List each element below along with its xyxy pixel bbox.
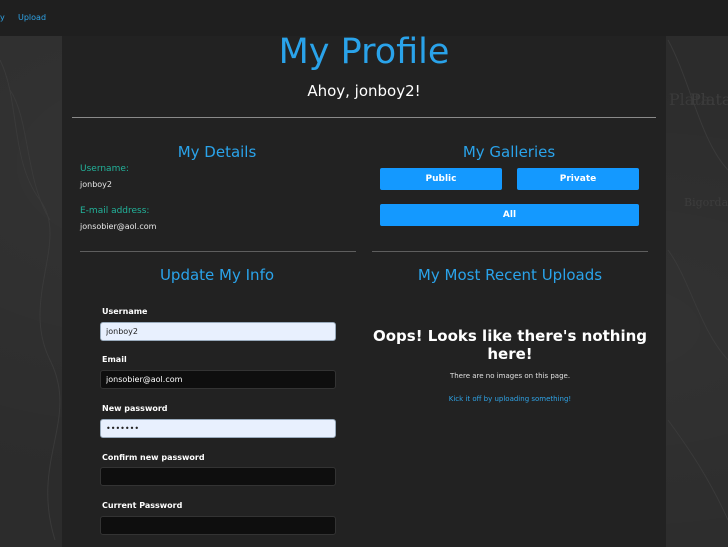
recent-uploads-title: My Most Recent Uploads xyxy=(417,266,603,284)
new-password-input[interactable] xyxy=(100,419,336,438)
map-label: Bigorda xyxy=(684,196,728,209)
confirm-password-input[interactable] xyxy=(100,467,336,486)
username-value: jonboy2 xyxy=(80,180,112,189)
email-value: jonsobier@aol.com xyxy=(80,222,157,231)
page-title: My Profile xyxy=(278,32,450,72)
form-email-label: Email xyxy=(102,355,127,364)
email-label: E-mail address: xyxy=(80,206,150,216)
current-password-label: Current Password xyxy=(102,501,183,510)
new-password-label: New password xyxy=(102,404,168,413)
email-input[interactable] xyxy=(100,370,336,389)
greeting: Ahoy, jonboy2! xyxy=(307,82,421,100)
confirm-password-label: Confirm new password xyxy=(102,453,205,462)
top-navbar: y Upload xyxy=(0,0,728,36)
private-gallery-button[interactable]: Private xyxy=(517,168,639,190)
divider-left xyxy=(80,251,356,252)
divider xyxy=(72,117,656,118)
username-label: Username: xyxy=(80,164,129,174)
all-galleries-button[interactable]: All xyxy=(380,204,639,226)
profile-panel: My Profile Ahoy, jonboy2! My Details Use… xyxy=(62,32,666,547)
upload-link[interactable]: Kick it off by uploading something! xyxy=(372,395,648,403)
divider-right xyxy=(372,251,648,252)
update-info-title: Update My Info xyxy=(159,266,275,284)
nav-item-upload[interactable]: Upload xyxy=(18,13,46,22)
my-galleries-title: My Galleries xyxy=(462,143,556,161)
empty-state-text: There are no images on this page. xyxy=(449,372,571,380)
current-password-input[interactable] xyxy=(100,516,336,535)
my-details-title: My Details xyxy=(177,143,257,161)
empty-state-title: Oops! Looks like there's nothing here! xyxy=(372,327,648,363)
nav-item-partial[interactable]: y xyxy=(0,13,5,22)
username-input[interactable] xyxy=(100,322,336,341)
form-username-label: Username xyxy=(102,307,148,316)
public-gallery-button[interactable]: Public xyxy=(380,168,502,190)
